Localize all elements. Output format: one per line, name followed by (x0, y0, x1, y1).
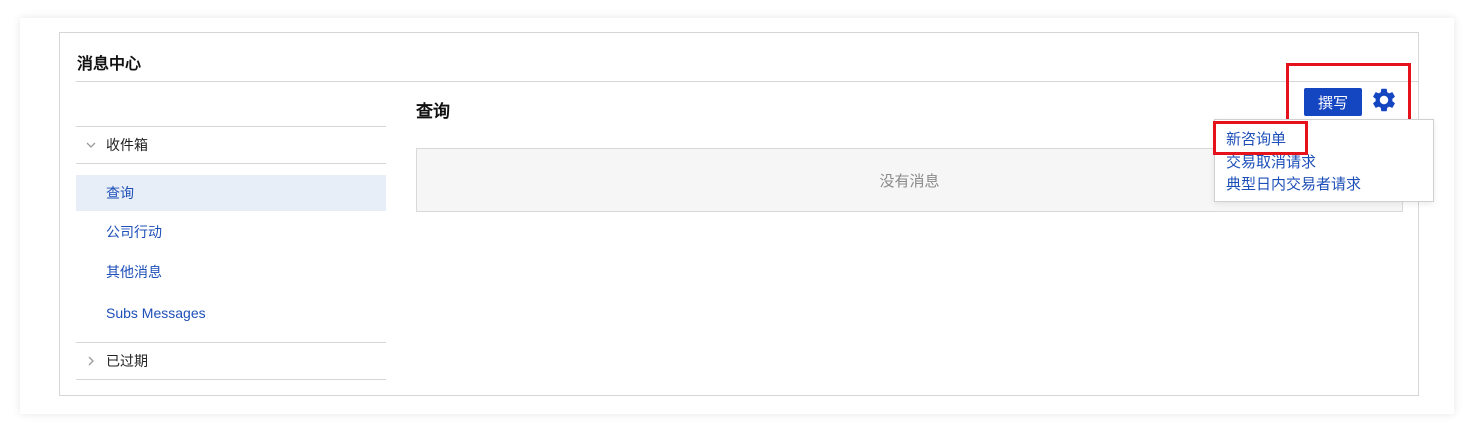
sidebar-folder-inbox[interactable]: 收件箱 (76, 127, 386, 163)
panel-title: 消息中心 (77, 54, 142, 73)
sidebar-divider (76, 163, 386, 164)
sidebar-folder-label: 已过期 (106, 354, 148, 370)
sidebar-folder-expired[interactable]: 已过期 (76, 343, 386, 379)
empty-text: 没有消息 (879, 171, 940, 190)
message-center-panel: 消息中心 收件箱 查询 公司行动 其他消息 Subs Messages 已过期 (59, 32, 1419, 396)
sidebar-item-inquiry[interactable]: 查询 (76, 175, 386, 211)
sidebar-divider (76, 379, 386, 380)
sidebar-item-label: 公司行动 (106, 225, 162, 241)
sidebar-item-label: Subs Messages (106, 305, 206, 321)
menu-item-pattern-day-trader-request[interactable]: 典型日内交易者请求 (1226, 173, 1361, 194)
sidebar-folder-label: 收件箱 (106, 138, 148, 154)
chevron-down-icon (76, 140, 106, 150)
content-title: 查询 (416, 102, 450, 122)
highlight-box-toolbar (1286, 63, 1411, 123)
sidebar-item-subs-messages[interactable]: Subs Messages (76, 295, 386, 331)
highlight-box-menu-item (1213, 121, 1308, 155)
sidebar-item-label: 其他消息 (106, 265, 162, 281)
sidebar-item-corporate-actions[interactable]: 公司行动 (76, 214, 386, 250)
sidebar-item-other-messages[interactable]: 其他消息 (76, 254, 386, 290)
title-divider (76, 81, 1418, 82)
sidebar-item-label: 查询 (106, 186, 134, 202)
chevron-right-icon (76, 356, 106, 366)
